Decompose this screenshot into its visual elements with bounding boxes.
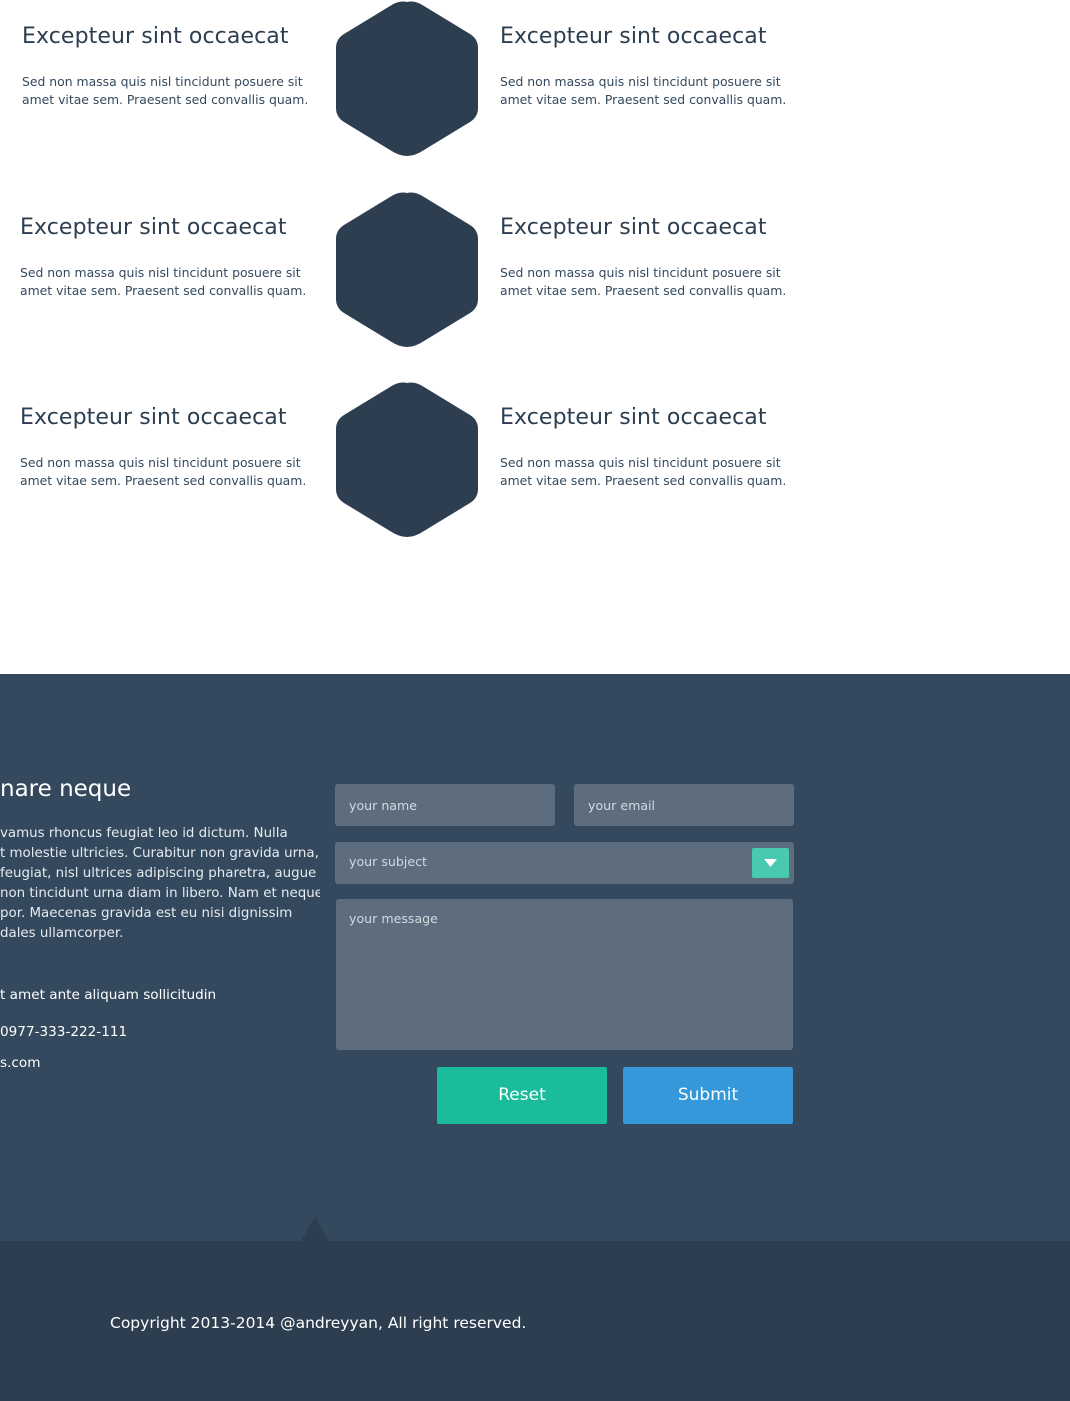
hexagon-icon	[336, 381, 478, 537]
feature-title: Excepteur sint occaecat	[20, 215, 287, 240]
contact-description-line: dales ullamcorper.	[0, 926, 124, 941]
contact-title: nare neque	[0, 776, 218, 802]
contact-phone: 0977-333-222-111	[0, 1024, 128, 1040]
feature-title: Excepteur sint occaecat	[22, 24, 289, 49]
email-field[interactable]	[574, 784, 794, 826]
contact-description-line: vamus rhoncus feugiat leo id dictum. Nul…	[0, 826, 288, 841]
message-field[interactable]	[336, 899, 793, 1050]
feature-title: Excepteur sint occaecat	[500, 215, 767, 240]
copyright-text: Copyright 2013-2014 @andreyyan, All righ…	[110, 1314, 527, 1332]
hexagon-icon	[336, 0, 478, 156]
feature-item: Excepteur sint occaecat Sed non massa qu…	[500, 24, 800, 109]
footer-pointer	[301, 1217, 329, 1241]
feature-text: Sed non massa quis nisl tincidunt posuer…	[500, 455, 787, 488]
features-section: Excepteur sint occaecat Sed non massa qu…	[0, 0, 1070, 674]
subject-select-label: your subject	[349, 854, 427, 869]
feature-text: Sed non massa quis nisl tincidunt posuer…	[500, 265, 787, 298]
contact-description-line: feugiat, nisl ultrices adipiscing pharet…	[0, 866, 317, 881]
contact-description-line: non tincidunt urna diam in libero. Nam e…	[0, 886, 320, 901]
feature-text: Sed non massa quis nisl tincidunt posuer…	[500, 74, 787, 107]
chevron-down-icon	[764, 859, 777, 867]
feature-item: Excepteur sint occaecat Sed non massa qu…	[500, 405, 800, 490]
feature-item: Excepteur sint occaecat Sed non massa qu…	[500, 215, 800, 300]
feature-item: Excepteur sint occaecat Sed non massa qu…	[20, 405, 320, 490]
feature-title: Excepteur sint occaecat	[500, 405, 767, 430]
contact-description: vamus rhoncus feugiat leo id dictum. Nul…	[0, 824, 320, 944]
contact-info: nare neque	[0, 776, 304, 802]
contact-description-line: por. Maecenas gravida est eu nisi dignis…	[0, 906, 293, 921]
feature-text: Sed non massa quis nisl tincidunt posuer…	[20, 455, 307, 488]
submit-button[interactable]: Submit	[623, 1067, 793, 1124]
feature-title: Excepteur sint occaecat	[20, 405, 287, 430]
feature-item: Excepteur sint occaecat Sed non massa qu…	[20, 215, 320, 300]
contact-title-text: nare neque	[0, 776, 132, 802]
hexagon-icon	[336, 191, 478, 347]
contact-description-lines: vamus rhoncus feugiat leo id dictum. Nul…	[0, 824, 320, 944]
footer: Copyright 2013-2014 @andreyyan, All righ…	[0, 1241, 1070, 1401]
name-field[interactable]	[335, 784, 555, 826]
feature-title: Excepteur sint occaecat	[500, 24, 767, 49]
reset-button[interactable]: Reset	[437, 1067, 607, 1124]
contact-email: s.com	[0, 1055, 41, 1071]
feature-text: Sed non massa quis nisl tincidunt posuer…	[22, 74, 309, 107]
contact-address: t amet ante aliquam sollicitudin	[0, 987, 217, 1003]
feature-item: Excepteur sint occaecat Sed non massa qu…	[22, 24, 322, 109]
contact-section: nare neque vamus rhoncus feugiat leo id …	[0, 674, 1070, 1241]
subject-select[interactable]: your subject	[335, 842, 794, 884]
feature-text: Sed non massa quis nisl tincidunt posuer…	[20, 265, 307, 298]
contact-description-line: t molestie ultricies. Curabitur non grav…	[0, 846, 319, 861]
subject-dropdown-button[interactable]	[752, 848, 789, 878]
